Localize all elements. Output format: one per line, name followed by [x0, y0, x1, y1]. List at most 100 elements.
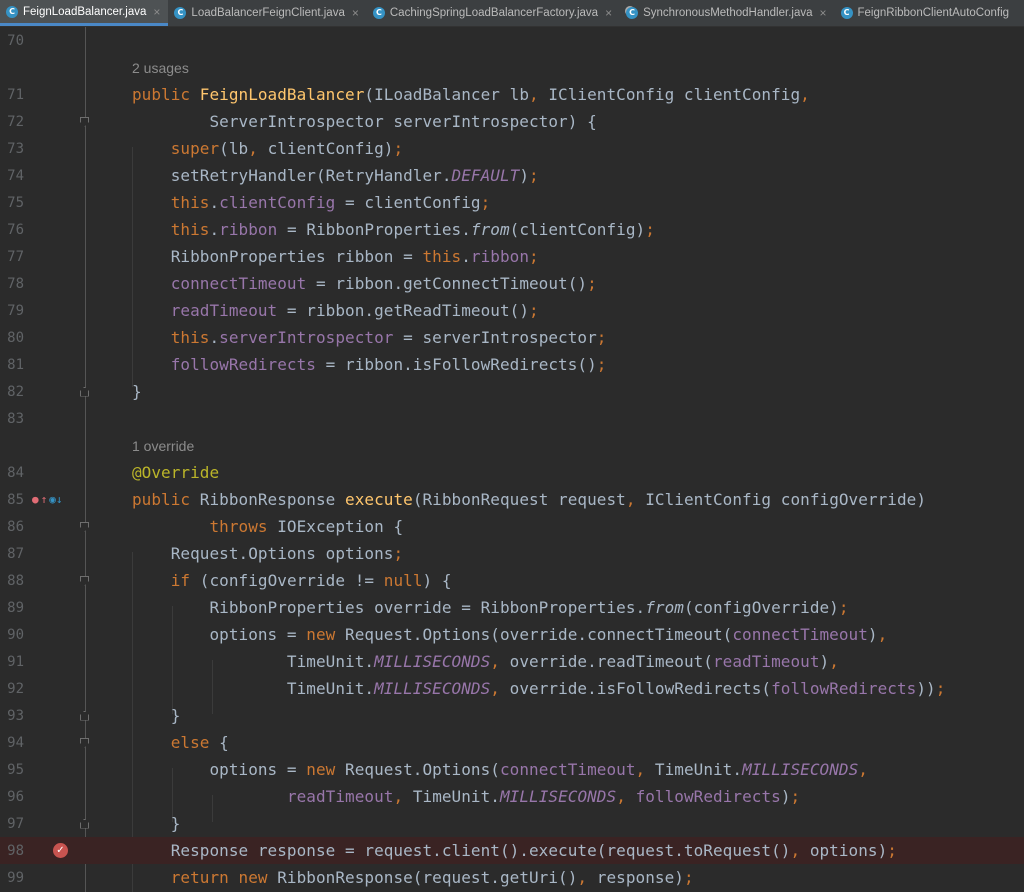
code-line: 94 else {	[0, 729, 1024, 756]
close-icon[interactable]: ×	[352, 6, 359, 20]
tab-feign-load-balancer[interactable]: C FeignLoadBalancer.java ×	[0, 0, 169, 26]
line-number: 95	[7, 761, 24, 778]
line-number: 71	[7, 86, 24, 103]
fold-icon[interactable]	[80, 575, 89, 586]
line-number: 78	[7, 275, 24, 292]
code-line: 84 @Override	[0, 459, 1024, 486]
code-line: 82 }	[0, 378, 1024, 405]
implements-icon[interactable]: ●	[32, 493, 39, 506]
close-icon[interactable]: ×	[820, 6, 827, 20]
code-text: Response response = request.client().exe…	[132, 841, 897, 860]
line-number: 75	[7, 194, 24, 211]
tab-label: SynchronousMethodHandler.java	[643, 7, 813, 19]
code-text: TimeUnit.MILLISECONDS, override.isFollow…	[132, 679, 946, 698]
code-text: this.clientConfig = clientConfig;	[170, 193, 491, 212]
code-line: 88 if (configOverride != null) {	[0, 567, 1024, 594]
class-icon: C	[840, 7, 853, 19]
override-up-icon[interactable]: ↑	[41, 493, 48, 506]
line-number: 99	[7, 869, 24, 886]
code-line: 91 TimeUnit.MILLISECONDS, override.readT…	[0, 648, 1024, 675]
line-number: 96	[7, 788, 24, 805]
close-icon[interactable]: ×	[153, 5, 160, 19]
fold-icon[interactable]	[80, 521, 89, 532]
line-number: 82	[7, 383, 24, 400]
code-line: 97 }	[0, 810, 1024, 837]
code-line: 83	[0, 405, 1024, 432]
line-number: 93	[7, 707, 24, 724]
code-editor[interactable]: 70 2 usages 71 public FeignLoadBalancer(…	[0, 27, 1024, 892]
inlay-hint-line: 1 override	[0, 432, 1024, 459]
code-text: }	[132, 814, 181, 833]
tab-label: FeignLoadBalancer.java	[23, 5, 147, 18]
tab-load-balancer-feign-client[interactable]: C LoadBalancerFeignClient.java ×	[168, 0, 366, 26]
code-text: this.serverIntrospector = serverIntrospe…	[170, 328, 607, 347]
code-line: 99 return new RibbonResponse(request.get…	[0, 864, 1024, 891]
code-line-breakpoint: 98 ✓ Response response = request.client(…	[0, 837, 1024, 864]
line-number: 97	[7, 815, 24, 832]
line-number: 72	[7, 113, 24, 130]
line-number: 84	[7, 464, 24, 481]
class-icon: C	[626, 7, 639, 19]
class-icon: C	[372, 7, 385, 19]
tab-label: FeignRibbonClientAutoConfig	[857, 7, 1010, 19]
code-line: 73 super(lb, clientConfig);	[0, 135, 1024, 162]
code-text: }	[132, 382, 142, 401]
fold-icon[interactable]	[80, 386, 89, 397]
override-down-icon[interactable]: ◉↓	[49, 493, 62, 506]
code-text: super(lb, clientConfig);	[170, 139, 404, 158]
line-number: 92	[7, 680, 24, 697]
code-text: readTimeout = ribbon.getReadTimeout();	[170, 301, 539, 320]
code-text: RibbonProperties ribbon = this.ribbon;	[132, 247, 539, 266]
code-text: }	[132, 706, 181, 725]
code-text: @Override	[132, 463, 220, 482]
gutter-override-icons: ● ↑ ◉↓	[32, 493, 63, 506]
code-line: 92 TimeUnit.MILLISECONDS, override.isFol…	[0, 675, 1024, 702]
code-line: 74 setRetryHandler(RetryHandler.DEFAULT)…	[0, 162, 1024, 189]
code-line: 71 public FeignLoadBalancer(ILoadBalance…	[0, 81, 1024, 108]
fold-icon[interactable]	[80, 737, 89, 748]
line-number: 70	[7, 32, 24, 49]
fold-icon[interactable]	[80, 818, 89, 829]
class-icon: C	[6, 5, 18, 18]
line-number: 90	[7, 626, 24, 643]
line-number: 77	[7, 248, 24, 265]
code-line: 70	[0, 27, 1024, 54]
line-number: 81	[7, 356, 24, 373]
code-line: 96 readTimeout, TimeUnit.MILLISECONDS, f…	[0, 783, 1024, 810]
fold-icon[interactable]	[80, 710, 89, 721]
tab-label: CachingSpringLoadBalancerFactory.java	[389, 7, 599, 19]
code-text: TimeUnit.MILLISECONDS, override.readTime…	[132, 652, 839, 671]
code-line: 75 this.clientConfig = clientConfig;	[0, 189, 1024, 216]
tab-feign-ribbon-client-auto-config[interactable]: C FeignRibbonClientAutoConfig	[835, 0, 1018, 26]
line-number: 76	[7, 221, 24, 238]
code-text: options = new Request.Options(connectTim…	[132, 760, 868, 779]
code-text: setRetryHandler(RetryHandler.DEFAULT);	[132, 166, 539, 185]
breakpoint-icon[interactable]: ✓	[53, 843, 68, 858]
code-text: connectTimeout = ribbon.getConnectTimeou…	[170, 274, 597, 293]
line-number: 73	[7, 140, 24, 157]
line-number: 87	[7, 545, 24, 562]
code-text: public FeignLoadBalancer(ILoadBalancer l…	[132, 85, 810, 104]
close-icon[interactable]: ×	[605, 6, 612, 20]
code-line: 87 Request.Options options;	[0, 540, 1024, 567]
code-text: this.ribbon = RibbonProperties.from(clie…	[170, 220, 655, 239]
usages-hint[interactable]: 2 usages	[132, 60, 189, 76]
code-line: 93 }	[0, 702, 1024, 729]
code-line: 80 this.serverIntrospector = serverIntro…	[0, 324, 1024, 351]
code-text: throws IOException {	[209, 517, 404, 536]
tab-synchronous-method-handler[interactable]: C SynchronousMethodHandler.java ×	[620, 0, 834, 26]
override-hint[interactable]: 1 override	[132, 438, 194, 454]
line-number: 74	[7, 167, 24, 184]
code-text: readTimeout, TimeUnit.MILLISECONDS, foll…	[286, 787, 801, 806]
inlay-hint-line: 2 usages	[0, 54, 1024, 81]
code-line: 78 connectTimeout = ribbon.getConnectTim…	[0, 270, 1024, 297]
code-text: else {	[170, 733, 229, 752]
tab-caching-spring-load-balancer-factory[interactable]: C CachingSpringLoadBalancerFactory.java …	[367, 0, 620, 26]
class-icon: C	[174, 7, 187, 19]
code-line: 79 readTimeout = ribbon.getReadTimeout()…	[0, 297, 1024, 324]
code-line: 77 RibbonProperties ribbon = this.ribbon…	[0, 243, 1024, 270]
code-text: RibbonProperties override = RibbonProper…	[132, 598, 849, 617]
code-line: 95 options = new Request.Options(connect…	[0, 756, 1024, 783]
code-text: if (configOverride != null) {	[170, 571, 452, 590]
fold-icon[interactable]	[80, 116, 89, 127]
